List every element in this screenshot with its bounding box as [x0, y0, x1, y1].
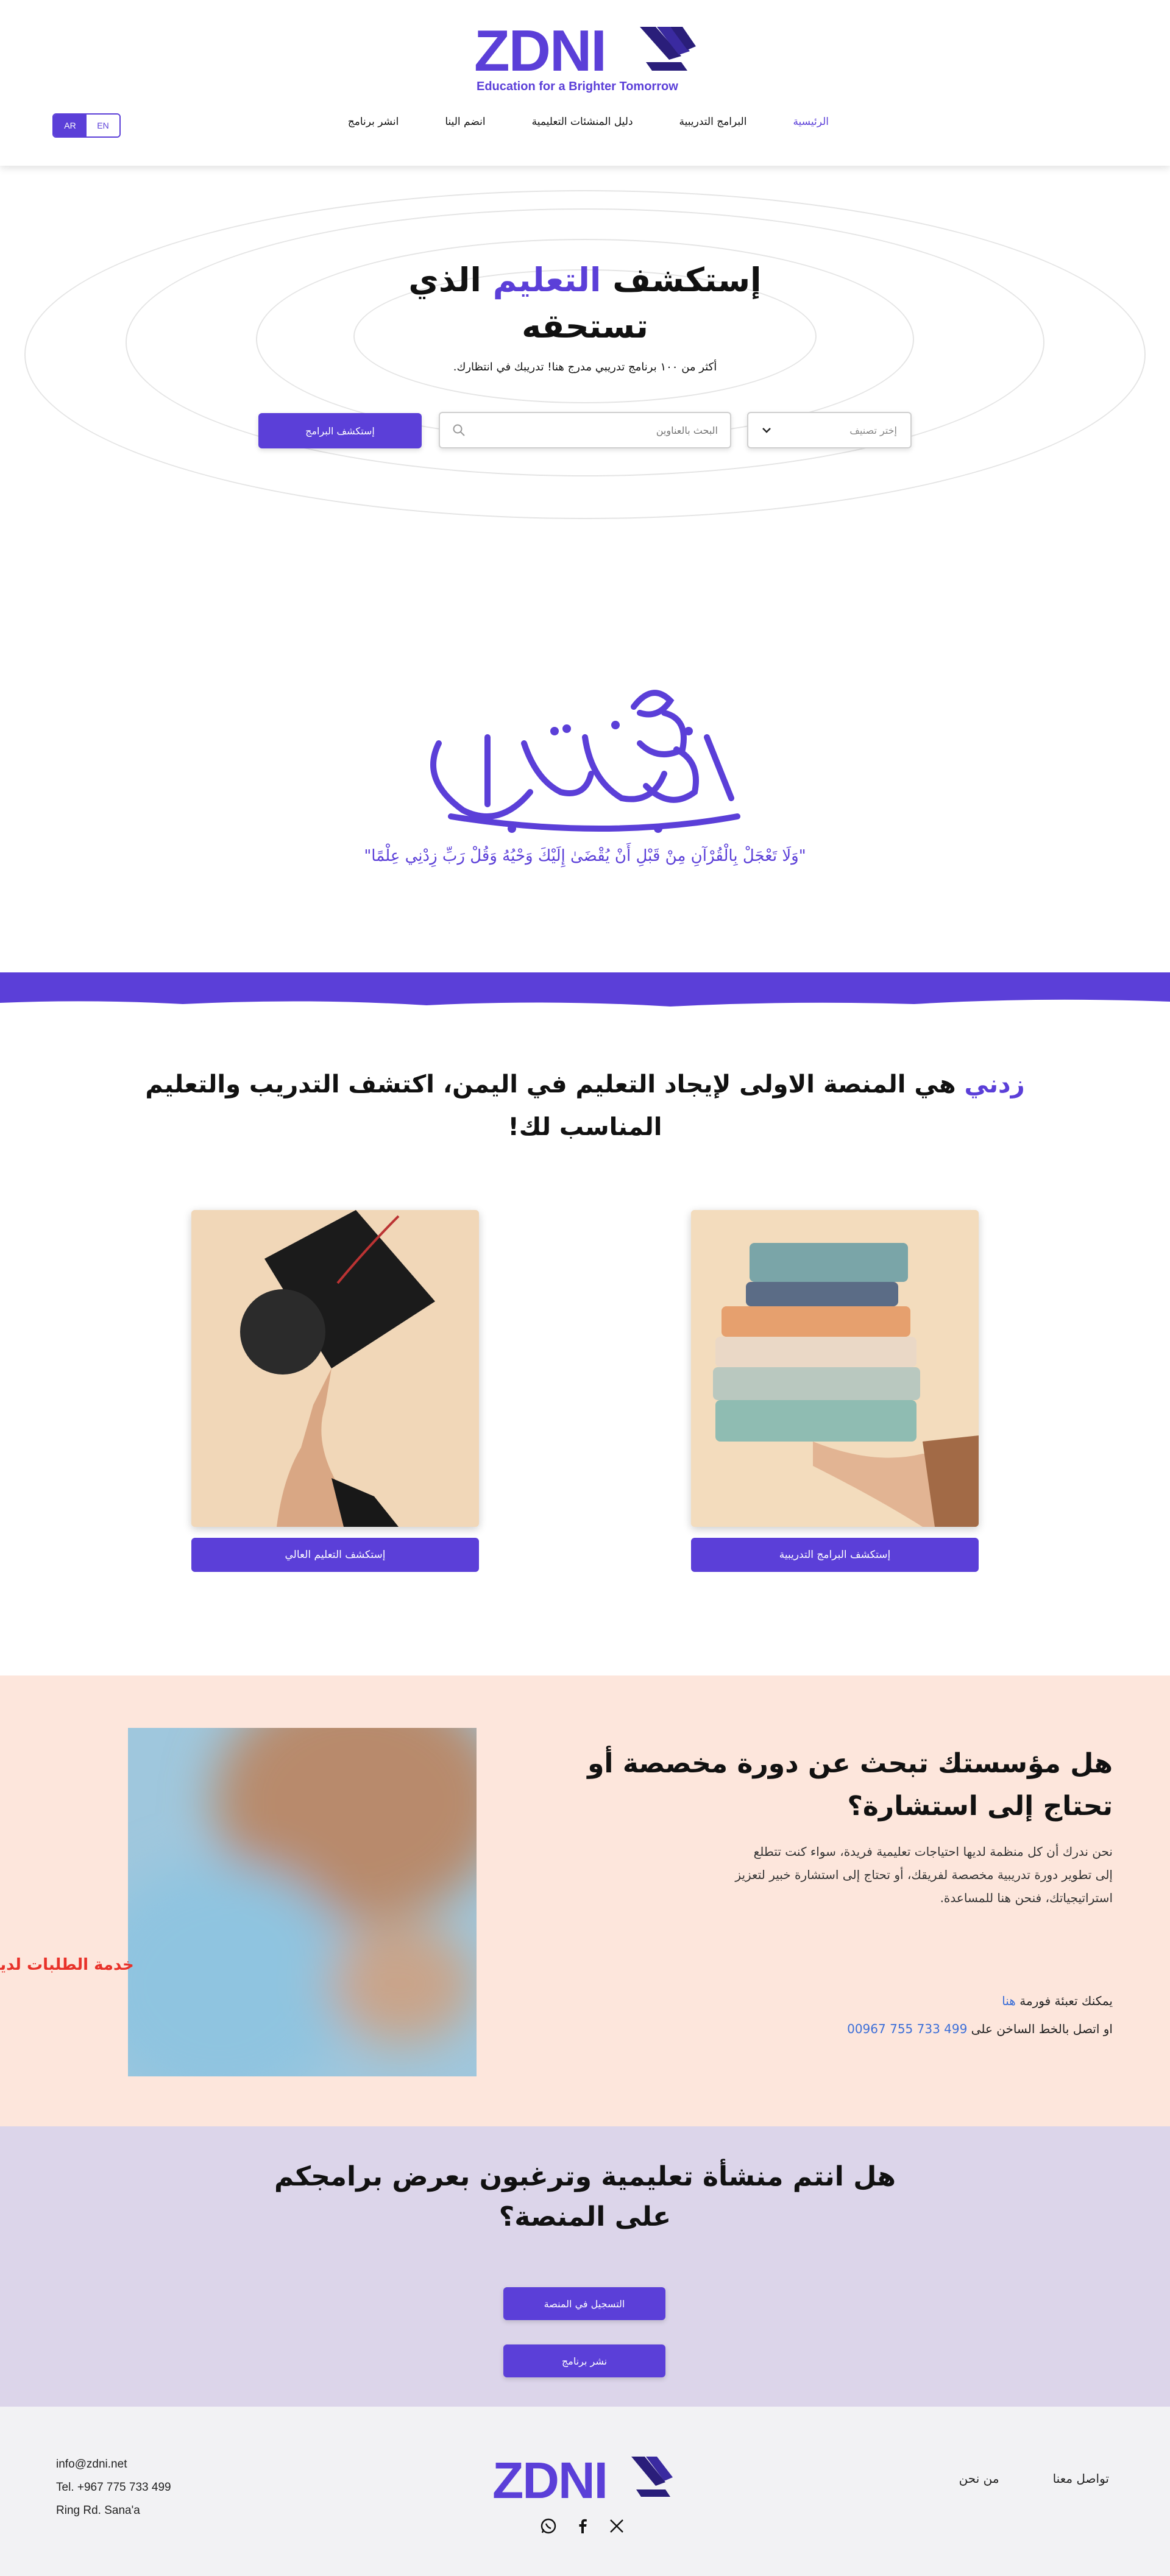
- site-header: ZDNI Education for a Brighter Tomorrow A…: [0, 0, 1170, 166]
- phone-prefix: او اتصل بالخط الساخن على: [967, 2022, 1113, 2036]
- x-icon[interactable]: [608, 2518, 625, 2535]
- consultation-phone-line: او اتصل بالخط الساخن على 00967 755 733 4…: [658, 2022, 1113, 2036]
- hero-title-part: إستكشف: [601, 261, 762, 299]
- calligraphy-artwork: [430, 690, 740, 833]
- graduation-card-image[interactable]: [191, 1210, 479, 1527]
- consultation-text: نحن ندرك أن كل منظمة لديها احتياجات تعلي…: [658, 1840, 1113, 1909]
- form-link[interactable]: هنا: [1002, 1994, 1016, 2008]
- quran-verse: "وَلَا تَعْجَلْ بِالْقُرْآنِ مِنْ قَبْلِ…: [364, 847, 806, 865]
- site-footer: info@zdni.net Tel. +967 775 733 499 Ring…: [0, 2407, 1170, 2576]
- nav-training-programs[interactable]: البرامج التدريبية: [679, 116, 747, 128]
- intro-line1: هي المنصة الاولى لإيجاد التعليم في اليمن…: [145, 1070, 965, 1099]
- consult-title-line: هل مؤسستك تبحث عن دورة مخصصة أو: [587, 1748, 1113, 1779]
- lang-en-button[interactable]: EN: [87, 115, 119, 136]
- hotline-link[interactable]: 00967 755 733 499: [847, 2022, 967, 2036]
- hero-title-part: الذي: [408, 261, 493, 299]
- publish-program-button[interactable]: نشر برنامج: [503, 2344, 665, 2377]
- footer-contact-link[interactable]: تواصل معنا: [1053, 2471, 1109, 2486]
- inst-title-line: هل انتم منشأة تعليمية وترغبون بعرض برامج…: [274, 2161, 896, 2192]
- inst-title-line: على المنصة؟: [498, 2201, 672, 2232]
- footer-logo[interactable]: ZDNI: [492, 2452, 675, 2507]
- hero-title-line2: تستحقه: [522, 307, 648, 345]
- footer-links: تواصل معنا من نحن: [959, 2471, 1109, 2486]
- category-placeholder: إختر تصنيف: [849, 424, 897, 436]
- footer-logo-books-mark: [631, 2457, 673, 2497]
- language-switch[interactable]: AR EN: [52, 113, 121, 138]
- footer-logo-wordmark: ZDNI: [492, 2452, 607, 2507]
- intro-heading: زدني هي المنصة الاولى لإيجاد التعليم في …: [98, 1063, 1072, 1148]
- logo-wordmark: ZDNI: [474, 22, 606, 83]
- consult-text-line: إلى تطوير دورة تدريبية مخصصة لفريقك، أو …: [735, 1867, 1113, 1882]
- books-hand-illustration: [691, 1210, 979, 1527]
- explore-programs-button[interactable]: إستكشف البرامج: [258, 413, 422, 448]
- main-nav: الرئيسية البرامج التدريبية دليل المنشئات…: [348, 116, 829, 128]
- consultation-image: [128, 1728, 477, 2076]
- logo-tagline: Education for a Brighter Tomorrow: [477, 80, 678, 93]
- consult-text-line: نحن ندرك أن كل منظمة لديها احتياجات تعلي…: [753, 1844, 1113, 1859]
- hero-section: إستكشف التعليم الذي تستحقه أكثر من ١٠٠ ب…: [0, 166, 1170, 592]
- form-prefix: يمكنك تعبئة فورمة: [1015, 1994, 1113, 2008]
- requests-service-tab[interactable]: خدمة الطلبات لدينا: [0, 1956, 134, 1974]
- intro-accent: زدني: [964, 1070, 1025, 1099]
- facebook-icon[interactable]: [574, 2518, 591, 2535]
- institutions-title: هل انتم منشأة تعليمية وترغبون بعرض برامج…: [219, 2157, 951, 2237]
- explore-training-programs-button[interactable]: إستكشف البرامج التدريبية: [691, 1538, 979, 1572]
- whatsapp-icon[interactable]: [540, 2518, 557, 2535]
- register-platform-button[interactable]: التسجيل في المنصة: [503, 2287, 665, 2320]
- institutions-section: هل انتم منشأة تعليمية وترغبون بعرض برامج…: [0, 2126, 1170, 2407]
- search-icon: [453, 424, 465, 436]
- brush-band: [0, 972, 1170, 1007]
- social-links: [540, 2518, 625, 2535]
- nav-join-us[interactable]: انضم الينا: [445, 116, 485, 128]
- nav-institutions-directory[interactable]: دليل المنشئات التعليمية: [532, 116, 633, 128]
- footer-about-link[interactable]: من نحن: [959, 2471, 999, 2486]
- nav-publish-program[interactable]: انشر برنامج: [348, 116, 399, 128]
- graduation-cap-illustration: [191, 1210, 479, 1527]
- chevron-down-icon: [762, 428, 771, 433]
- lang-ar-button[interactable]: AR: [54, 115, 87, 136]
- consultation-form-line: يمكنك تعبئة فورمة هنا: [658, 1994, 1113, 2008]
- hero-subtitle: أكثر من ١٠٠ برنامج تدريبي مدرج هنا! تدري…: [453, 361, 717, 373]
- footer-tel[interactable]: Tel. +967 775 733 499: [56, 2476, 171, 2499]
- footer-contact: info@zdni.net Tel. +967 775 733 499 Ring…: [56, 2453, 171, 2522]
- intro-line2: المناسب لك!: [508, 1113, 662, 1141]
- search-input[interactable]: [486, 424, 718, 436]
- logo-books-mark: [640, 27, 696, 71]
- search-box[interactable]: [439, 412, 731, 448]
- books-card-image[interactable]: [691, 1210, 979, 1527]
- nav-home[interactable]: الرئيسية: [793, 116, 829, 128]
- consult-text-line: استراتيجياتك، فنحن هنا للمساعدة.: [940, 1891, 1113, 1905]
- consultation-section: هل مؤسستك تبحث عن دورة مخصصة أو تحتاج إل…: [0, 1675, 1170, 2126]
- footer-email[interactable]: info@zdni.net: [56, 2453, 171, 2476]
- consultation-title: هل مؤسستك تبحث عن دورة مخصصة أو تحتاج إل…: [561, 1743, 1113, 1828]
- zdni-logo[interactable]: ZDNI Education for a Brighter Tomorrow: [474, 22, 696, 95]
- explore-higher-education-button[interactable]: إستكشف التعليم العالي: [191, 1538, 479, 1572]
- consult-title-line: تحتاج إلى استشارة؟: [847, 1791, 1113, 1822]
- category-select[interactable]: إختر تصنيف: [747, 412, 912, 448]
- footer-address: Ring Rd. Sana'a: [56, 2504, 140, 2517]
- hero-title-accent: التعليم: [492, 261, 601, 299]
- hero-title: إستكشف التعليم الذي تستحقه: [341, 257, 829, 350]
